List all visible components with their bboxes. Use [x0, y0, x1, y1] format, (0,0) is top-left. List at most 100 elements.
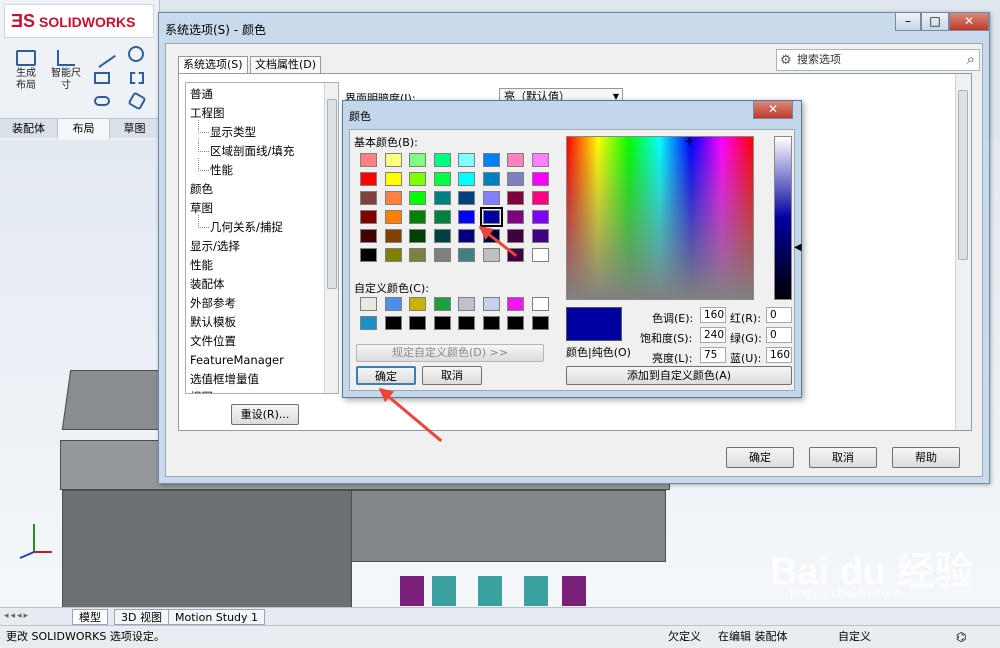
color-swatch[interactable] [507, 229, 524, 243]
color-swatch[interactable] [384, 191, 402, 205]
color-swatch[interactable] [384, 210, 402, 224]
add-to-custom-colors-button[interactable]: 添加到自定义颜色(A) [566, 366, 792, 385]
status-units[interactable]: 自定义 [838, 626, 871, 648]
color-swatch[interactable] [531, 248, 549, 262]
color-swatch[interactable] [360, 153, 377, 167]
line-tool-icon[interactable] [88, 40, 116, 68]
color-swatch[interactable] [507, 191, 524, 205]
tree-item[interactable]: 性能 [198, 158, 233, 177]
tree-item[interactable]: 视图 [190, 390, 213, 393]
color-swatch[interactable] [360, 248, 377, 262]
scrollbar-thumb[interactable] [958, 90, 968, 260]
tree-item[interactable]: 性能 [190, 258, 213, 272]
tree-scrollbar[interactable] [324, 83, 338, 393]
color-swatch[interactable] [409, 153, 426, 167]
color-swatch[interactable] [531, 153, 549, 167]
search-icon[interactable]: ⌕ [967, 49, 975, 69]
color-swatch[interactable] [409, 172, 426, 186]
color-swatch[interactable] [409, 191, 426, 205]
saturation-field[interactable]: 240 [700, 327, 726, 343]
tab-3d-view[interactable]: 3D 视图 [114, 609, 169, 625]
define-custom-colors-button[interactable]: 规定自定义颜色(D) >> [356, 344, 544, 362]
slot-tool-icon[interactable] [94, 96, 110, 106]
tree-item[interactable]: 显示/选择 [190, 239, 240, 253]
help-button[interactable]: 帮助 [892, 447, 960, 468]
color-swatch[interactable] [384, 316, 402, 330]
color-swatch[interactable] [507, 172, 524, 186]
minimize-button[interactable]: – [895, 13, 921, 31]
color-swatch[interactable] [458, 297, 475, 311]
color-cancel-button[interactable]: 取消 [422, 366, 482, 385]
color-swatch[interactable] [458, 191, 475, 205]
color-swatch[interactable] [384, 229, 402, 243]
color-swatch[interactable] [531, 316, 549, 330]
tab-sketch[interactable]: 草图 [110, 119, 160, 139]
circle-tool-icon[interactable] [128, 46, 144, 62]
color-swatch[interactable] [458, 316, 475, 330]
color-swatch[interactable] [507, 210, 524, 224]
color-swatch[interactable] [482, 172, 500, 186]
tree-item[interactable]: 外部参考 [190, 296, 236, 310]
luminance-pointer-icon[interactable]: ◀ [794, 242, 802, 253]
ok-button[interactable]: 确定 [726, 447, 794, 468]
tab-document-properties[interactable]: 文档属性(D) [250, 56, 322, 74]
search-input[interactable]: ⚙ 搜索选项 ⌕ [776, 49, 980, 71]
tree-item[interactable]: 显示类型 [198, 120, 256, 139]
color-swatch[interactable] [482, 248, 500, 262]
cancel-button[interactable]: 取消 [809, 447, 877, 468]
color-swatch[interactable] [507, 297, 524, 311]
color-swatch[interactable] [507, 153, 524, 167]
smart-dimension-button[interactable]: 智能尺寸 [46, 50, 86, 92]
tree-item[interactable]: 工程图 [190, 106, 225, 120]
color-swatch[interactable] [409, 229, 426, 243]
color-swatch[interactable] [507, 316, 524, 330]
tree-item[interactable]: 装配体 [190, 277, 225, 291]
tree-item[interactable]: 几何关系/捕捉 [198, 215, 283, 234]
color-swatch[interactable] [433, 229, 451, 243]
color-swatch[interactable] [433, 316, 451, 330]
color-swatch[interactable] [360, 172, 377, 186]
tree-item[interactable]: 颜色 [190, 182, 213, 196]
hue-field[interactable]: 160 [700, 307, 726, 323]
color-swatch[interactable] [384, 172, 402, 186]
rectangle-tool-icon[interactable] [94, 72, 110, 84]
color-swatch[interactable] [482, 297, 500, 311]
luminance-slider[interactable] [774, 136, 792, 300]
rebuild-icon[interactable]: ⌬ [956, 626, 966, 648]
color-swatch[interactable] [482, 191, 500, 205]
color-swatch[interactable] [433, 248, 451, 262]
close-button[interactable]: ✕ [949, 13, 989, 31]
color-swatch[interactable] [409, 248, 426, 262]
color-swatch[interactable] [384, 153, 402, 167]
tab-scroll-arrows-icon[interactable]: ◂◂◂▸ [4, 611, 30, 621]
color-swatch[interactable] [360, 316, 377, 330]
color-swatch[interactable] [531, 172, 549, 186]
tree-item[interactable]: 默认模板 [190, 315, 236, 329]
tab-layout[interactable]: 布局 [58, 119, 110, 139]
color-swatch[interactable] [409, 297, 426, 311]
color-swatch[interactable] [482, 153, 500, 167]
tree-item[interactable]: 区域剖面线/填充 [197, 139, 294, 158]
tree-item[interactable]: 选值框增量值 [190, 372, 259, 386]
color-swatch[interactable] [360, 191, 377, 205]
color-ok-button[interactable]: 确定 [356, 366, 416, 385]
color-swatch[interactable] [433, 210, 451, 224]
tab-motion-study[interactable]: Motion Study 1 [168, 609, 266, 625]
maximize-button[interactable]: □ [921, 13, 949, 31]
color-swatch[interactable] [384, 248, 402, 262]
color-swatch[interactable] [433, 191, 451, 205]
color-swatch[interactable] [531, 210, 549, 224]
color-swatch[interactable] [433, 153, 451, 167]
tree-item[interactable]: 文件位置 [190, 334, 236, 348]
green-field[interactable]: 0 [766, 327, 792, 343]
color-swatch[interactable] [433, 297, 451, 311]
color-swatch[interactable] [531, 191, 549, 205]
color-swatch[interactable] [482, 316, 500, 330]
create-layout-button[interactable]: 生成 布局 [8, 50, 44, 92]
luminance-field[interactable]: 75 [700, 347, 726, 363]
tab-assembly[interactable]: 装配体 [0, 119, 58, 139]
red-field[interactable]: 0 [766, 307, 792, 323]
tree-item[interactable]: 普通 [190, 87, 213, 101]
tree-item[interactable]: 草图 [190, 201, 213, 215]
color-swatch[interactable] [458, 153, 475, 167]
